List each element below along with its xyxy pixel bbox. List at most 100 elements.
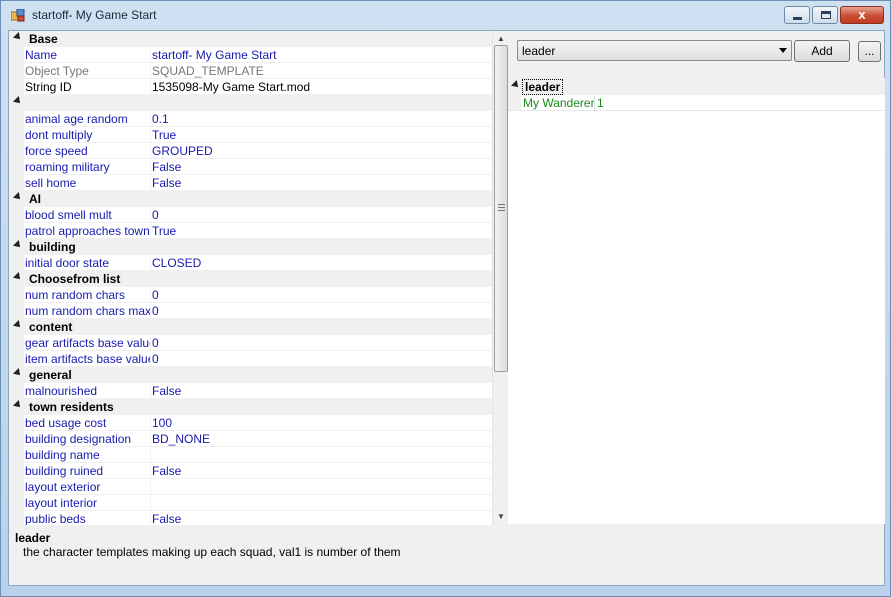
- row-margin: [10, 431, 24, 446]
- category-header[interactable]: Base: [10, 31, 492, 47]
- property-row[interactable]: String ID 1535098-My Game Start.mod: [10, 79, 492, 95]
- property-value[interactable]: False: [152, 384, 181, 398]
- property-value[interactable]: 0.1: [152, 112, 169, 126]
- property-row[interactable]: force speed GROUPED: [10, 143, 492, 159]
- collapse-icon[interactable]: [13, 96, 23, 106]
- property-row[interactable]: item artifacts base value 0: [10, 351, 492, 367]
- property-row[interactable]: malnourished False: [10, 383, 492, 399]
- property-value[interactable]: 1535098-My Game Start.mod: [152, 80, 310, 94]
- close-button[interactable]: x: [840, 6, 884, 24]
- category-label: content: [29, 320, 73, 334]
- collapse-icon[interactable]: [511, 80, 521, 90]
- property-row[interactable]: layout interior: [10, 495, 492, 511]
- property-value[interactable]: 100: [152, 416, 172, 430]
- property-row[interactable]: building name: [10, 447, 492, 463]
- property-value[interactable]: GROUPED: [152, 144, 213, 158]
- collapse-icon[interactable]: [13, 400, 23, 410]
- property-value[interactable]: 0: [152, 304, 159, 318]
- category-header[interactable]: content: [10, 319, 492, 335]
- column-separator: [150, 287, 151, 302]
- category-label: AI: [29, 192, 41, 206]
- property-value[interactable]: startoff- My Game Start: [152, 48, 276, 62]
- property-name: sell home: [25, 176, 77, 190]
- category-label: town residents: [29, 400, 114, 414]
- property-value[interactable]: SQUAD_TEMPLATE: [152, 64, 264, 78]
- collapse-icon[interactable]: [13, 32, 23, 42]
- column-separator: [150, 479, 151, 494]
- property-row[interactable]: num random chars max 0: [10, 303, 492, 319]
- category-header[interactable]: town residents: [10, 399, 492, 415]
- reference-row[interactable]: My Wanderer 1: [508, 95, 885, 111]
- property-value[interactable]: True: [152, 224, 176, 238]
- property-row[interactable]: gear artifacts base value 0: [10, 335, 492, 351]
- property-value[interactable]: CLOSED: [152, 256, 201, 270]
- maximize-button[interactable]: [812, 6, 838, 24]
- property-value[interactable]: False: [152, 160, 181, 174]
- property-row[interactable]: patrol approaches towns True: [10, 223, 492, 239]
- collapse-icon[interactable]: [13, 368, 23, 378]
- property-value[interactable]: True: [152, 128, 176, 142]
- column-separator: [150, 495, 151, 510]
- property-name: gear artifacts base value: [25, 336, 150, 350]
- property-value[interactable]: 0: [152, 352, 159, 366]
- list-selector-dropdown[interactable]: leader: [517, 40, 792, 61]
- property-grid: Base Name startoff- My Game Start Object Ty…: [10, 31, 492, 525]
- category-label: general: [29, 368, 72, 382]
- property-value[interactable]: False: [152, 464, 181, 478]
- property-row[interactable]: roaming military False: [10, 159, 492, 175]
- add-button[interactable]: Add: [794, 40, 850, 62]
- title-bar[interactable]: startoff- My Game Start x: [1, 1, 890, 30]
- close-icon: x: [858, 7, 866, 22]
- property-name: layout exterior: [25, 480, 101, 494]
- category-header[interactable]: building: [10, 239, 492, 255]
- property-row[interactable]: dont multiply True: [10, 127, 492, 143]
- property-value[interactable]: 0: [152, 288, 159, 302]
- category-header[interactable]: AI: [10, 191, 492, 207]
- help-title: leader: [15, 531, 51, 545]
- collapse-icon[interactable]: [13, 320, 23, 330]
- property-row[interactable]: public beds False: [10, 511, 492, 525]
- category-label: Base: [29, 32, 58, 46]
- scrollbar-thumb[interactable]: [494, 45, 508, 372]
- browse-button[interactable]: ...: [858, 41, 881, 62]
- column-separator: [150, 127, 151, 142]
- property-row[interactable]: layout exterior: [10, 479, 492, 495]
- property-value[interactable]: BD_NONE: [152, 432, 210, 446]
- property-row[interactable]: sell home False: [10, 175, 492, 191]
- reference-category[interactable]: leader: [508, 78, 885, 95]
- column-separator: [150, 47, 151, 62]
- property-value[interactable]: False: [152, 512, 181, 525]
- property-row[interactable]: Object Type SQUAD_TEMPLATE: [10, 63, 492, 79]
- category-header[interactable]: [10, 95, 492, 111]
- property-value[interactable]: False: [152, 176, 181, 190]
- property-row[interactable]: initial door state CLOSED: [10, 255, 492, 271]
- caption-buttons: x: [782, 6, 884, 24]
- collapse-icon[interactable]: [13, 240, 23, 250]
- category-header[interactable]: Choosefrom list: [10, 271, 492, 287]
- row-margin: [10, 447, 24, 462]
- property-name: Name: [25, 48, 58, 62]
- scroll-down-icon[interactable]: ▼: [493, 509, 509, 525]
- property-grid-scrollbar[interactable]: ▲ ▼: [492, 31, 508, 525]
- row-margin: [10, 255, 24, 270]
- property-row[interactable]: animal age random 0.1: [10, 111, 492, 127]
- minimize-button[interactable]: [784, 6, 810, 24]
- property-name: String ID: [25, 80, 72, 94]
- property-row[interactable]: Name startoff- My Game Start: [10, 47, 492, 63]
- property-row[interactable]: building designation BD_NONE: [10, 431, 492, 447]
- column-separator: [150, 383, 151, 398]
- main-window: startoff- My Game Start x Base Name starto…: [0, 0, 891, 597]
- window-title: startoff- My Game Start: [32, 8, 157, 22]
- collapse-icon[interactable]: [13, 192, 23, 202]
- property-value[interactable]: 0: [152, 336, 159, 350]
- property-name: bed usage cost: [25, 416, 107, 430]
- property-value[interactable]: 0: [152, 208, 159, 222]
- row-margin: [10, 207, 24, 222]
- property-row[interactable]: blood smell mult 0: [10, 207, 492, 223]
- dropdown-value: leader: [522, 44, 556, 58]
- property-row[interactable]: bed usage cost 100: [10, 415, 492, 431]
- property-row[interactable]: num random chars 0: [10, 287, 492, 303]
- category-header[interactable]: general: [10, 367, 492, 383]
- property-row[interactable]: building ruined False: [10, 463, 492, 479]
- collapse-icon[interactable]: [13, 272, 23, 282]
